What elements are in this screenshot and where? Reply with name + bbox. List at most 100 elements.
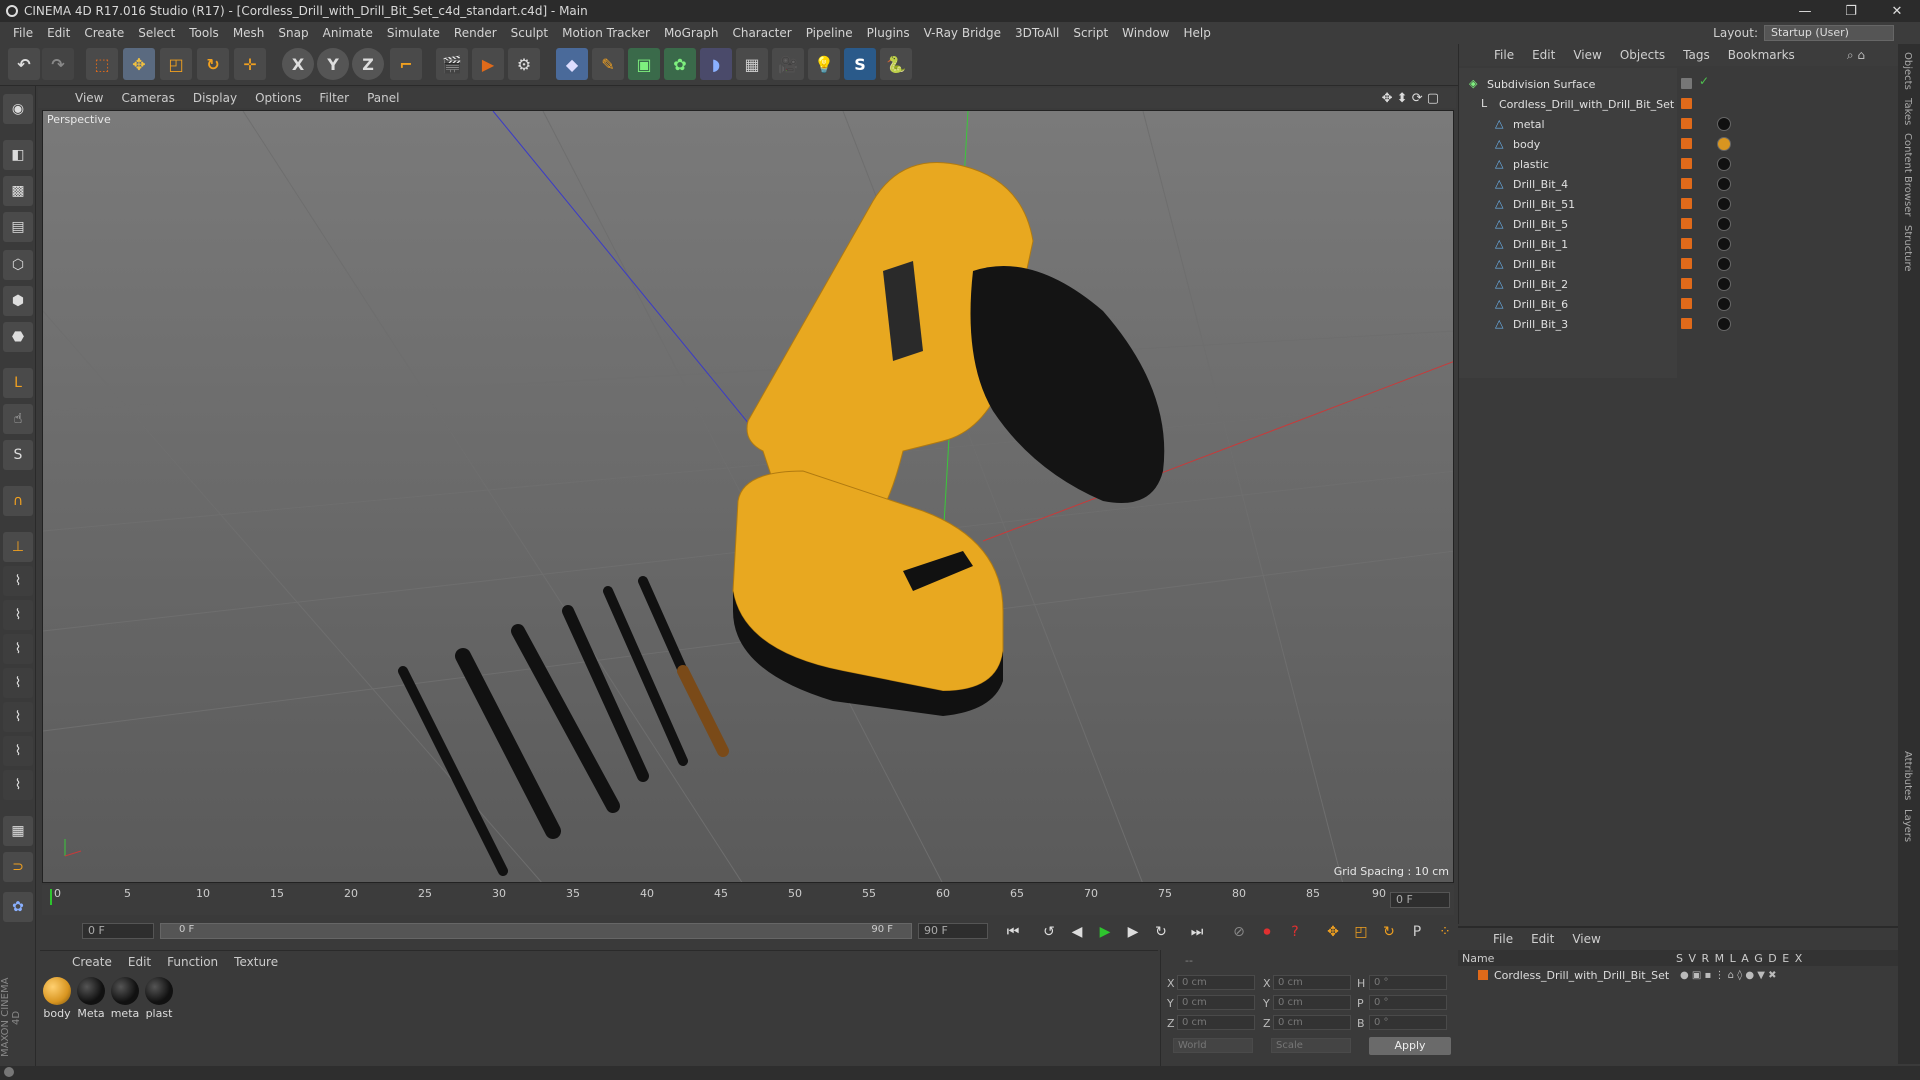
x-axis-icon[interactable]: X	[282, 48, 314, 80]
deformer-icon[interactable]: ◗	[700, 48, 732, 80]
solo-icon[interactable]: S	[3, 440, 33, 470]
knife-icon[interactable]: ⌇	[3, 770, 33, 800]
camera-icon[interactable]: 🎥	[772, 48, 804, 80]
rotation-p-field[interactable]: 0 °	[1369, 995, 1447, 1010]
end-frame-field[interactable]: 90 F	[918, 923, 988, 939]
tree-row-plastic[interactable]: △ plastic	[1463, 154, 1889, 174]
vp-menu-options[interactable]: Options	[255, 91, 301, 105]
layer-flag-icons[interactable]: ● ▣ ▪ ⋮ ⌂ ◊ ● ▼ ✖	[1680, 970, 1776, 981]
material-tag-icon[interactable]	[1717, 157, 1731, 171]
next-frame-icon[interactable]: ▶	[1122, 921, 1144, 943]
minimize-icon[interactable]: —	[1782, 0, 1828, 22]
tree-row-drill-bit[interactable]: △ Drill_Bit	[1463, 254, 1889, 274]
tweak-mode-icon[interactable]: ☝	[3, 404, 33, 434]
obj-menu-view[interactable]: View	[1573, 48, 1601, 62]
live-selection-icon[interactable]: ⬚	[86, 48, 118, 80]
mat-menu-function[interactable]: Function	[167, 955, 218, 969]
tab-layers[interactable]: Layers	[1902, 809, 1913, 842]
material-tag-icon[interactable]	[1717, 177, 1731, 191]
render-view-icon[interactable]: 🎬	[436, 48, 468, 80]
size-z-field[interactable]: 0 cm	[1273, 1015, 1351, 1030]
key-position-icon[interactable]: ✥	[1322, 921, 1344, 943]
pin-icon[interactable]: ⌇	[3, 600, 33, 630]
rotation-b-field[interactable]: 0 °	[1369, 1015, 1447, 1030]
grab-icon[interactable]: ⌇	[3, 702, 33, 732]
tree-row-drill-bit-3[interactable]: △ Drill_Bit_3	[1463, 314, 1889, 334]
menu-pipeline[interactable]: Pipeline	[806, 26, 853, 40]
play-icon[interactable]: ▶	[1094, 921, 1116, 943]
menu-tools[interactable]: Tools	[189, 26, 219, 40]
tree-row-drill-bit-51[interactable]: △ Drill_Bit_51	[1463, 194, 1889, 214]
tree-row-body[interactable]: △ body	[1463, 134, 1889, 154]
material-tag-icon[interactable]	[1717, 297, 1731, 311]
go-to-start-icon[interactable]: ⏮	[1002, 921, 1024, 943]
layer-color-swatch[interactable]	[1681, 118, 1692, 129]
material-item[interactable]: Meta	[76, 977, 106, 1020]
layer-color-swatch[interactable]	[1681, 298, 1692, 309]
layer-color-swatch[interactable]	[1681, 178, 1692, 189]
layer-menu-file[interactable]: File	[1493, 932, 1513, 946]
tree-row-subdivision-surface[interactable]: ◈ Subdivision Surface	[1463, 74, 1889, 94]
tab-objects[interactable]: Objects	[1902, 52, 1913, 90]
size-x-field[interactable]: 0 cm	[1273, 975, 1351, 990]
key-scale-icon[interactable]: ◰	[1350, 921, 1372, 943]
position-y-field[interactable]: 0 cm	[1177, 995, 1255, 1010]
mat-menu-create[interactable]: Create	[72, 955, 112, 969]
python-script-icon[interactable]: ✿	[3, 892, 33, 922]
mat-menu-edit[interactable]: Edit	[128, 955, 151, 969]
model-mode-icon[interactable]: ◧	[3, 140, 33, 170]
workplane-icon[interactable]: ▤	[3, 212, 33, 242]
lock-icon[interactable]: ⌇	[3, 566, 33, 596]
rotation-h-field[interactable]: 0 °	[1369, 975, 1447, 990]
menu-vray-bridge[interactable]: V-Ray Bridge	[924, 26, 1001, 40]
material-item[interactable]: body	[42, 977, 72, 1020]
edges-mode-icon[interactable]: ⬢	[3, 286, 33, 316]
obj-menu-bookmarks[interactable]: Bookmarks	[1728, 48, 1795, 62]
tab-structure[interactable]: Structure	[1902, 225, 1913, 272]
points-mode-icon[interactable]: ⬡	[3, 250, 33, 280]
snap-icon[interactable]: ∩	[3, 486, 33, 516]
obj-menu-file[interactable]: File	[1494, 48, 1514, 62]
obj-menu-objects[interactable]: Objects	[1620, 48, 1665, 62]
size-y-field[interactable]: 0 cm	[1273, 995, 1351, 1010]
menu-simulate[interactable]: Simulate	[387, 26, 440, 40]
autokey-icon[interactable]: ⏺	[1256, 921, 1278, 943]
obj-menu-edit[interactable]: Edit	[1532, 48, 1555, 62]
key-rotation-icon[interactable]: ↻	[1378, 921, 1400, 943]
menu-edit[interactable]: Edit	[47, 26, 70, 40]
material-tag-icon[interactable]	[1717, 257, 1731, 271]
vp-menu-display[interactable]: Display	[193, 91, 237, 105]
viewport-perspective[interactable]: Perspective Grid Spacing : 10 cm	[42, 110, 1454, 883]
material-item[interactable]: plast	[144, 977, 174, 1020]
obj-search-icon[interactable]: ⌕ ⌂	[1847, 48, 1865, 63]
menu-help[interactable]: Help	[1183, 26, 1210, 40]
key-pla-icon[interactable]: ⁘	[1434, 921, 1456, 943]
size-mode-dropdown[interactable]: Scale	[1271, 1038, 1351, 1053]
start-frame-field[interactable]: 0 F	[82, 923, 154, 939]
rotate-icon[interactable]: ↻	[197, 48, 229, 80]
tab-takes[interactable]: Takes	[1902, 98, 1913, 125]
current-frame-field[interactable]: 0 F	[1390, 892, 1450, 908]
layer-color-swatch[interactable]	[1681, 138, 1692, 149]
magnet-icon[interactable]: ⊃	[3, 852, 33, 882]
cube-icon[interactable]: ◆	[556, 48, 588, 80]
layer-color-swatch[interactable]	[1681, 258, 1692, 269]
paint-icon[interactable]: ⌇	[3, 634, 33, 664]
restore-icon[interactable]: ❐	[1828, 0, 1874, 22]
tree-row-cordless-drill[interactable]: L Cordless_Drill_with_Drill_Bit_Set	[1463, 94, 1889, 114]
menu-snap[interactable]: Snap	[278, 26, 308, 40]
close-icon[interactable]: ✕	[1874, 0, 1920, 22]
coordinate-space-dropdown[interactable]: World	[1173, 1038, 1253, 1053]
tree-row-drill-bit-1[interactable]: △ Drill_Bit_1	[1463, 234, 1889, 254]
menu-animate[interactable]: Animate	[323, 26, 373, 40]
position-x-field[interactable]: 0 cm	[1177, 975, 1255, 990]
mat-menu-texture[interactable]: Texture	[234, 955, 278, 969]
material-tag-icon[interactable]	[1717, 237, 1731, 251]
layer-color-swatch[interactable]	[1681, 238, 1692, 249]
apply-button[interactable]: Apply	[1369, 1037, 1451, 1055]
timeline-ruler[interactable]: 0 5 10 15 20 25 30 35 40 45 50 55 60 65 …	[42, 885, 1454, 915]
go-to-end-icon[interactable]: ⏭	[1186, 921, 1208, 943]
previous-frame-icon[interactable]: ◀	[1066, 921, 1088, 943]
redo-icon[interactable]: ↷	[42, 48, 74, 80]
menu-create[interactable]: Create	[84, 26, 124, 40]
